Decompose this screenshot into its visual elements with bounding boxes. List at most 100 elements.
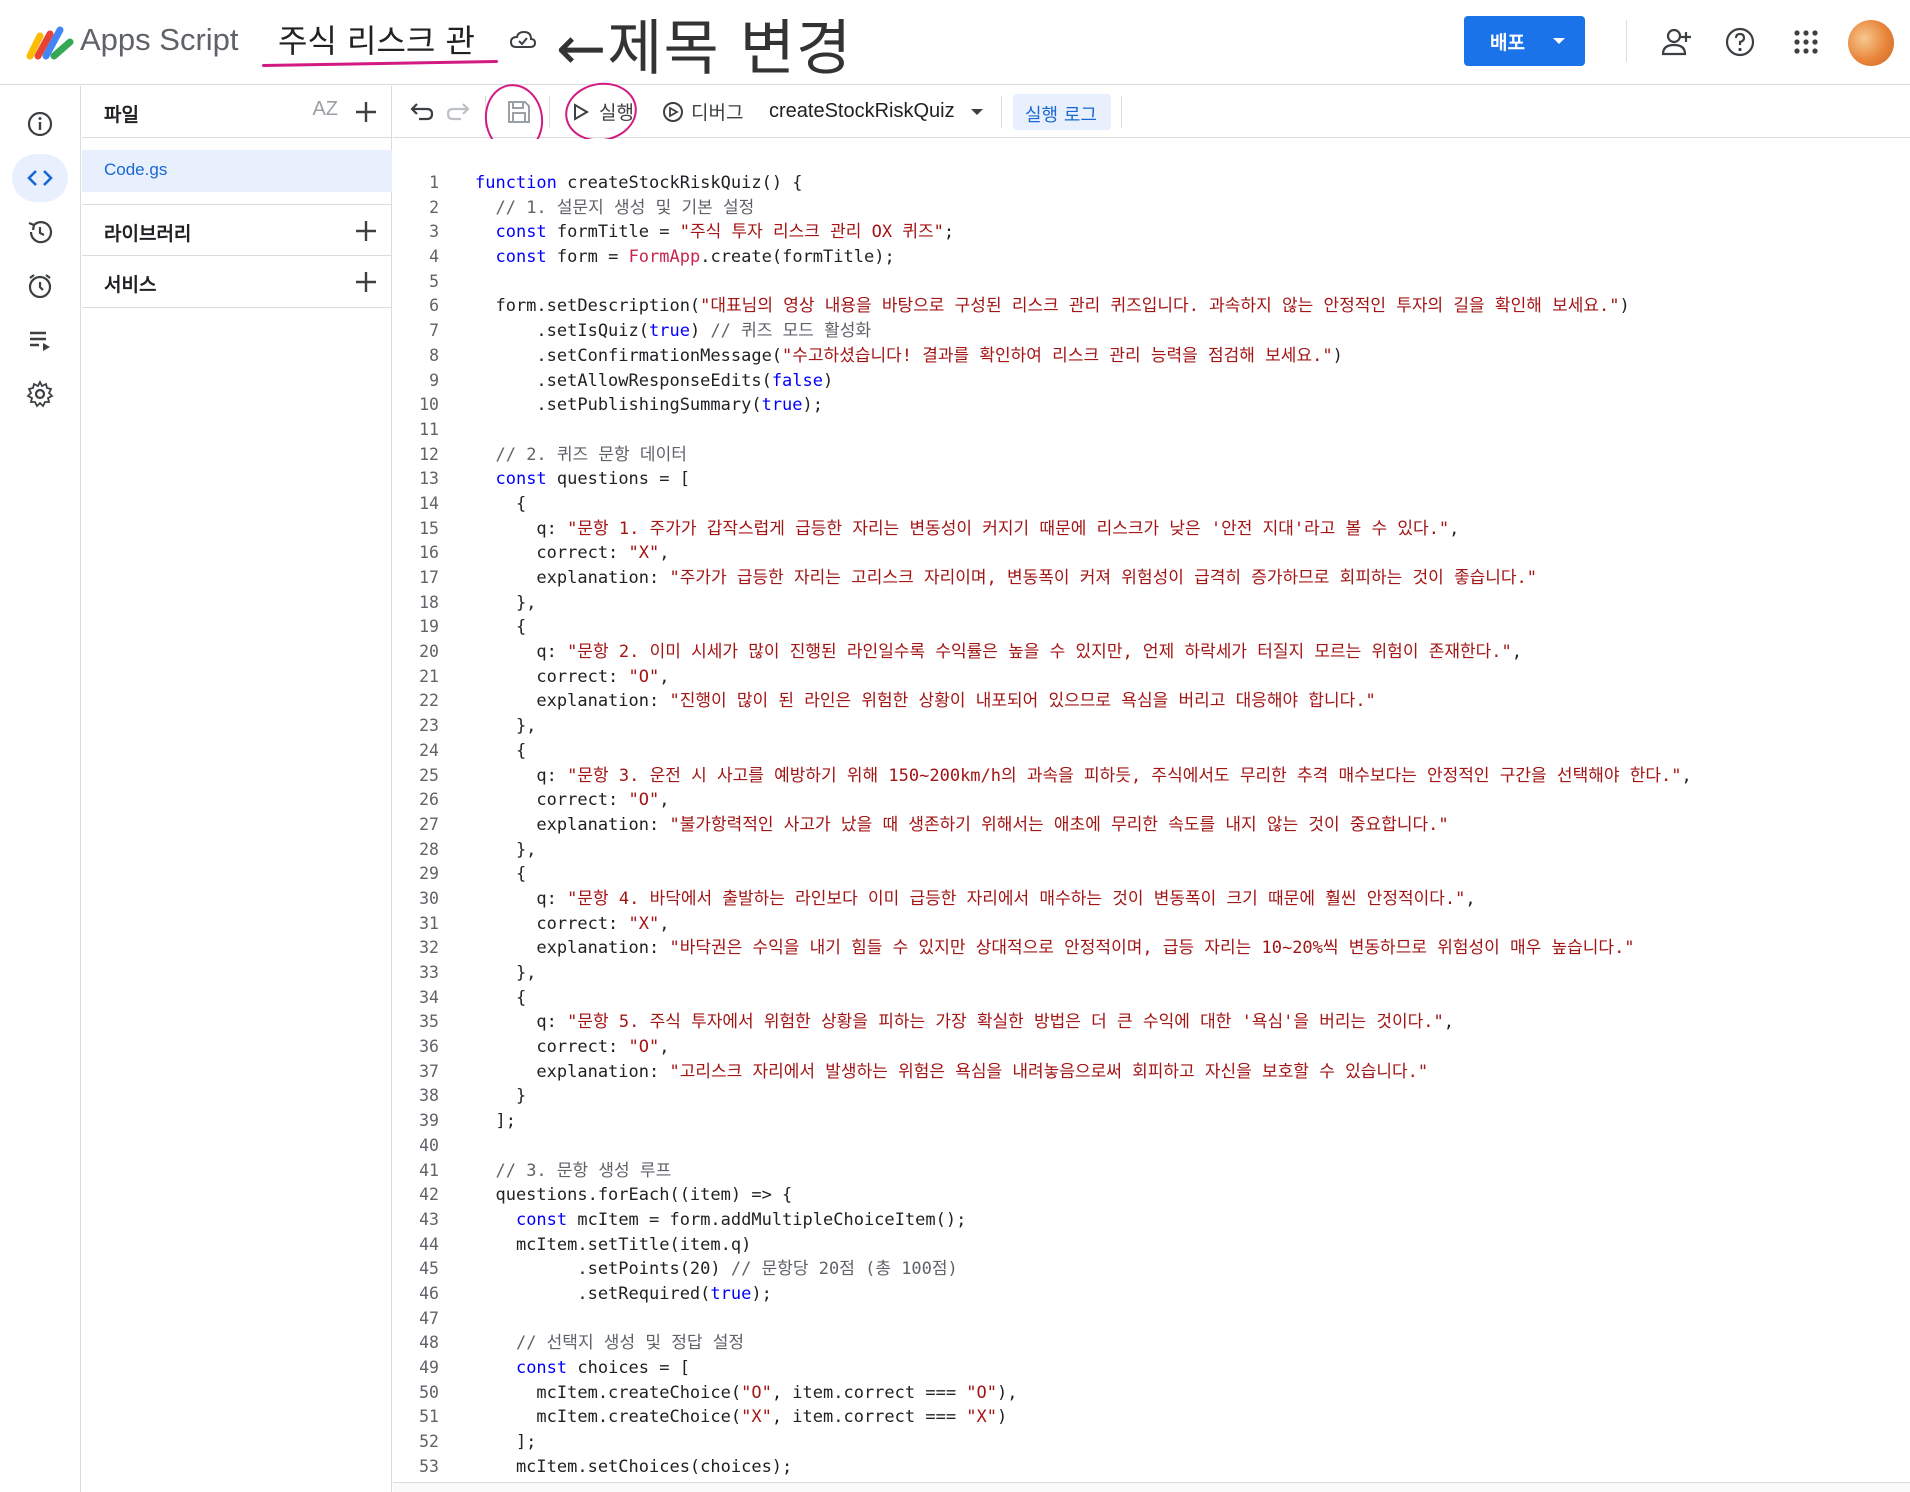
file-item-code-gs[interactable]: Code.gs bbox=[82, 150, 392, 192]
rail-history[interactable] bbox=[12, 208, 68, 256]
line-number: 9 bbox=[429, 370, 439, 390]
line-number: 7 bbox=[429, 321, 439, 341]
code-line[interactable]: 43 const mcItem = form.addMultipleChoice… bbox=[393, 1208, 1910, 1233]
code-line[interactable]: 12 // 2. 퀴즈 문항 데이터 bbox=[393, 443, 1910, 468]
code-line[interactable]: 52 ]; bbox=[393, 1430, 1910, 1455]
code-line[interactable]: 33 }, bbox=[393, 961, 1910, 986]
line-number: 32 bbox=[419, 938, 439, 958]
add-file-plus-icon[interactable] bbox=[352, 98, 380, 126]
apps-grid-icon[interactable] bbox=[1788, 24, 1824, 60]
add-library-plus-icon[interactable] bbox=[352, 217, 380, 245]
rail-editor[interactable] bbox=[12, 154, 68, 202]
code-line[interactable]: 42 questions.forEach((item) => { bbox=[393, 1183, 1910, 1208]
code-line[interactable]: 28 }, bbox=[393, 838, 1910, 863]
libraries-section-header: 라이브러리 bbox=[82, 204, 392, 256]
code-line[interactable]: 47 bbox=[393, 1307, 1910, 1332]
execution-log-button[interactable]: 실행 로그 bbox=[1013, 94, 1111, 130]
code-text: questions.forEach((item) => { bbox=[475, 1185, 793, 1206]
code-line[interactable]: 38 } bbox=[393, 1084, 1910, 1109]
code-line[interactable]: 39 ]; bbox=[393, 1109, 1910, 1134]
code-line[interactable]: 45 .setPoints(20) // 문항당 20점 (총 100점) bbox=[393, 1257, 1910, 1282]
code-text: ]; bbox=[475, 1111, 516, 1132]
code-line[interactable]: 15 q: "문항 1. 주가가 갑작스럽게 급등한 자리는 변동성이 커지기 … bbox=[393, 517, 1910, 542]
rail-overview[interactable] bbox=[12, 100, 68, 148]
code-line[interactable]: 49 const choices = [ bbox=[393, 1356, 1910, 1381]
deploy-button[interactable]: 배포 bbox=[1464, 16, 1585, 66]
code-line[interactable]: 23 }, bbox=[393, 714, 1910, 739]
code-editor[interactable]: 1 function createStockRiskQuiz() {2 // 1.… bbox=[393, 139, 1910, 1492]
line-number: 14 bbox=[419, 493, 439, 513]
code-line[interactable]: 44 mcItem.setTitle(item.q) bbox=[393, 1233, 1910, 1258]
undo-icon[interactable] bbox=[407, 98, 435, 126]
code-line[interactable]: 11 bbox=[393, 418, 1910, 443]
code-line[interactable]: 20 q: "문항 2. 이미 시세가 많이 진행된 라인일수록 수익률은 높을… bbox=[393, 640, 1910, 665]
code-line[interactable]: 32 explanation: "바닥권은 수익을 내기 힘들 수 있지만 상대… bbox=[393, 936, 1910, 961]
code-line[interactable]: 1 function createStockRiskQuiz() { bbox=[393, 171, 1910, 196]
code-line[interactable]: 2 // 1. 설문지 생성 및 기본 설정 bbox=[393, 196, 1910, 221]
libraries-header: 라이브러리 bbox=[104, 223, 192, 245]
chevron-down-icon[interactable] bbox=[967, 100, 987, 124]
code-line[interactable]: 18 }, bbox=[393, 591, 1910, 616]
code-text: { bbox=[475, 617, 527, 638]
code-text: q: "문항 2. 이미 시세가 많이 진행된 라인일수록 수익률은 높을 수 … bbox=[475, 642, 1522, 663]
line-number: 25 bbox=[419, 765, 439, 785]
line-number: 52 bbox=[419, 1432, 439, 1452]
rail-executions[interactable] bbox=[12, 316, 68, 364]
code-line[interactable]: 25 q: "문항 3. 운전 시 사고를 예방하기 위해 150~200km/… bbox=[393, 764, 1910, 789]
project-title[interactable]: 주식 리스크 관 bbox=[278, 16, 475, 62]
code-line[interactable]: 27 explanation: "불가항력적인 사고가 났을 때 생존하기 위해… bbox=[393, 813, 1910, 838]
code-line[interactable]: 26 correct: "O", bbox=[393, 788, 1910, 813]
sort-az-icon[interactable]: AZ bbox=[312, 98, 338, 121]
code-line[interactable]: 37 explanation: "고리스크 자리에서 발생하는 위험은 욕심을 … bbox=[393, 1060, 1910, 1085]
line-number: 26 bbox=[419, 790, 439, 810]
code-line[interactable]: 10 .setPublishingSummary(true); bbox=[393, 393, 1910, 418]
code-line[interactable]: 35 q: "문항 5. 주식 투자에서 위험한 상황을 피하는 가장 확실한 … bbox=[393, 1010, 1910, 1035]
code-line[interactable]: 53 mcItem.setChoices(choices); bbox=[393, 1455, 1910, 1480]
account-avatar[interactable] bbox=[1848, 20, 1894, 66]
code-line[interactable]: 16 correct: "X", bbox=[393, 541, 1910, 566]
code-line[interactable]: 3 const formTitle = "주식 투자 리스크 관리 OX 퀴즈"… bbox=[393, 220, 1910, 245]
function-selector[interactable]: createStockRiskQuiz bbox=[769, 100, 955, 123]
line-number: 39 bbox=[419, 1111, 439, 1131]
code-line[interactable]: 24 { bbox=[393, 739, 1910, 764]
add-person-icon[interactable] bbox=[1658, 24, 1694, 60]
code-line[interactable]: 19 { bbox=[393, 615, 1910, 640]
code-line[interactable]: 31 correct: "X", bbox=[393, 912, 1910, 937]
code-line[interactable]: 13 const questions = [ bbox=[393, 467, 1910, 492]
code-text: .setIsQuiz(true) // 퀴즈 모드 활성화 bbox=[475, 321, 872, 342]
debug-icon bbox=[663, 102, 683, 122]
code-line[interactable]: 14 { bbox=[393, 492, 1910, 517]
apps-script-logo-icon[interactable] bbox=[26, 22, 74, 62]
code-line[interactable]: 41 // 3. 문항 생성 루프 bbox=[393, 1159, 1910, 1184]
code-line[interactable]: 34 { bbox=[393, 986, 1910, 1011]
code-line[interactable]: 4 const form = FormApp.create(formTitle)… bbox=[393, 245, 1910, 270]
code-line[interactable]: 9 .setAllowResponseEdits(false) bbox=[393, 369, 1910, 394]
code-text: q: "문항 3. 운전 시 사고를 예방하기 위해 150~200km/h의 … bbox=[475, 765, 1692, 786]
files-section-header: 파일 AZ bbox=[82, 86, 392, 138]
code-line[interactable]: 30 q: "문항 4. 바닥에서 출발하는 라인보다 이미 급등한 자리에서 … bbox=[393, 887, 1910, 912]
code-line[interactable]: 5 bbox=[393, 270, 1910, 295]
header-divider bbox=[1626, 20, 1627, 62]
code-text: explanation: "바닥권은 수익을 내기 힘들 수 있지만 상대적으로… bbox=[475, 938, 1635, 959]
add-service-plus-icon[interactable] bbox=[352, 268, 380, 296]
code-line[interactable]: 50 mcItem.createChoice("O", item.correct… bbox=[393, 1381, 1910, 1406]
code-line[interactable]: 21 correct: "O", bbox=[393, 665, 1910, 690]
code-text: .setPublishingSummary(true); bbox=[475, 395, 824, 416]
code-line[interactable]: 17 explanation: "주가가 급등한 자리는 고리스크 자리이며, … bbox=[393, 566, 1910, 591]
debug-button[interactable]: 디버그 bbox=[691, 98, 743, 125]
code-line[interactable]: 7 .setIsQuiz(true) // 퀴즈 모드 활성화 bbox=[393, 319, 1910, 344]
code-line[interactable]: 48 // 선택지 생성 및 정답 설정 bbox=[393, 1331, 1910, 1356]
code-line[interactable]: 40 bbox=[393, 1134, 1910, 1159]
rail-settings[interactable] bbox=[12, 370, 68, 418]
code-line[interactable]: 6 form.setDescription("대표님의 영상 내용을 바탕으로 … bbox=[393, 294, 1910, 319]
code-line[interactable]: 36 correct: "O", bbox=[393, 1035, 1910, 1060]
code-line[interactable]: 51 mcItem.createChoice("X", item.correct… bbox=[393, 1405, 1910, 1430]
code-line[interactable]: 8 .setConfirmationMessage("수고하셨습니다! 결과를 … bbox=[393, 344, 1910, 369]
code-line[interactable]: 22 explanation: "진행이 많이 된 라인은 위험한 상황이 내포… bbox=[393, 689, 1910, 714]
rail-triggers[interactable] bbox=[12, 262, 68, 310]
code-text: const choices = [ bbox=[515, 1358, 690, 1378]
help-icon[interactable] bbox=[1722, 24, 1758, 60]
code-line[interactable]: 46 .setRequired(true); bbox=[393, 1282, 1910, 1307]
redo-icon[interactable] bbox=[445, 98, 473, 126]
code-line[interactable]: 29 { bbox=[393, 862, 1910, 887]
